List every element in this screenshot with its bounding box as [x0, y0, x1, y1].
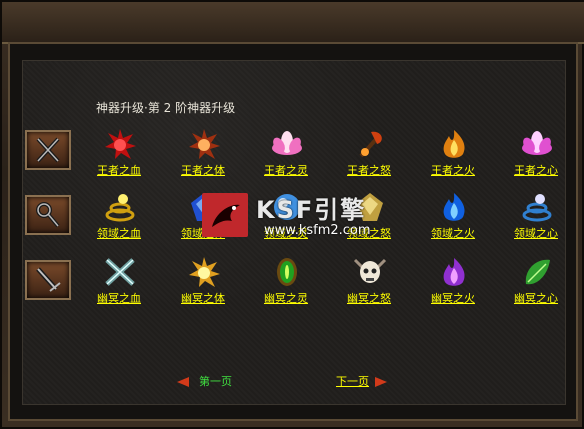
- artifact-item[interactable]: 王者之心: [501, 128, 571, 180]
- watermark: KSF引擎 www.ksfm2.com: [202, 191, 412, 241]
- thorn-crown-icon: [187, 128, 221, 160]
- horned-skull-icon: [353, 256, 387, 288]
- artifact-label[interactable]: 王者之血: [84, 162, 154, 178]
- pink-lotus-icon: [520, 128, 554, 160]
- artifact-label[interactable]: 王者之灵: [251, 162, 321, 178]
- golden-burst-icon: [187, 256, 221, 288]
- artifact-item[interactable]: 幽冥之血: [84, 256, 154, 308]
- green-eye-icon: [270, 256, 304, 288]
- artifact-label[interactable]: 幽冥之灵: [251, 290, 321, 306]
- artifact-item[interactable]: 幽冥之灵: [251, 256, 321, 308]
- artifact-label[interactable]: 领域之火: [418, 225, 488, 241]
- artifact-item[interactable]: 王者之怒: [334, 128, 404, 180]
- artifact-item[interactable]: 领域之心: [501, 191, 571, 243]
- artifact-label[interactable]: 幽冥之心: [501, 290, 571, 306]
- artifact-label[interactable]: 幽冥之血: [84, 290, 154, 306]
- category-button-daggers[interactable]: [25, 130, 71, 170]
- artifact-item[interactable]: 幽冥之心: [501, 256, 571, 308]
- category-button-whip[interactable]: [25, 195, 71, 235]
- blue-dragon-icon: [520, 191, 554, 223]
- artifact-item[interactable]: 幽冥之怒: [334, 256, 404, 308]
- artifact-label[interactable]: 幽冥之火: [418, 290, 488, 306]
- prev-page-link[interactable]: 第一页: [177, 373, 232, 388]
- panel-title: 神器升级·第 2 阶神器升级: [96, 101, 236, 115]
- artifact-label[interactable]: 王者之火: [418, 162, 488, 178]
- lotus-icon: [270, 128, 304, 160]
- crossed-blades-icon: [103, 256, 137, 288]
- artifact-label[interactable]: 王者之怒: [334, 162, 404, 178]
- category-button-sword[interactable]: [25, 260, 71, 300]
- blood-crest-icon: [103, 128, 137, 160]
- dragon-logo-icon: [202, 193, 248, 237]
- artifact-item[interactable]: 王者之体: [168, 128, 238, 180]
- artifact-item[interactable]: 幽冥之火: [418, 256, 488, 308]
- artifact-label[interactable]: 幽冥之体: [168, 290, 238, 306]
- artifact-label[interactable]: 领域之血: [84, 225, 154, 241]
- left-arrow-icon: [177, 377, 189, 387]
- whip-icon: [36, 202, 60, 228]
- next-page-label: 下一页: [336, 375, 369, 388]
- artifact-item[interactable]: 领域之血: [84, 191, 154, 243]
- artifact-item[interactable]: 领域之火: [418, 191, 488, 243]
- blue-flame-icon: [437, 191, 471, 223]
- artifact-label[interactable]: 领域之心: [501, 225, 571, 241]
- window-top-bar: [2, 2, 584, 44]
- watermark-brand: KSF引擎: [256, 196, 367, 224]
- right-arrow-icon: [375, 377, 387, 387]
- green-leaf-icon: [520, 256, 554, 288]
- artifact-label[interactable]: 王者之体: [168, 162, 238, 178]
- sword-icon: [36, 267, 61, 292]
- artifact-item[interactable]: 王者之血: [84, 128, 154, 180]
- prev-page-label: 第一页: [199, 375, 232, 388]
- fire-axe-icon: [353, 128, 387, 160]
- artifact-item[interactable]: 王者之灵: [251, 128, 321, 180]
- next-page-link[interactable]: 下一页: [336, 373, 387, 388]
- artifact-label[interactable]: 王者之心: [501, 162, 571, 178]
- crossed-daggers-icon: [36, 137, 60, 163]
- artifact-item[interactable]: 王者之火: [418, 128, 488, 180]
- golden-serpent-icon: [103, 191, 137, 223]
- watermark-url: www.ksfm2.com: [264, 223, 371, 238]
- artifact-label[interactable]: 幽冥之怒: [334, 290, 404, 306]
- artifact-item[interactable]: 幽冥之体: [168, 256, 238, 308]
- purple-flame-icon: [437, 256, 471, 288]
- flame-icon: [437, 128, 471, 160]
